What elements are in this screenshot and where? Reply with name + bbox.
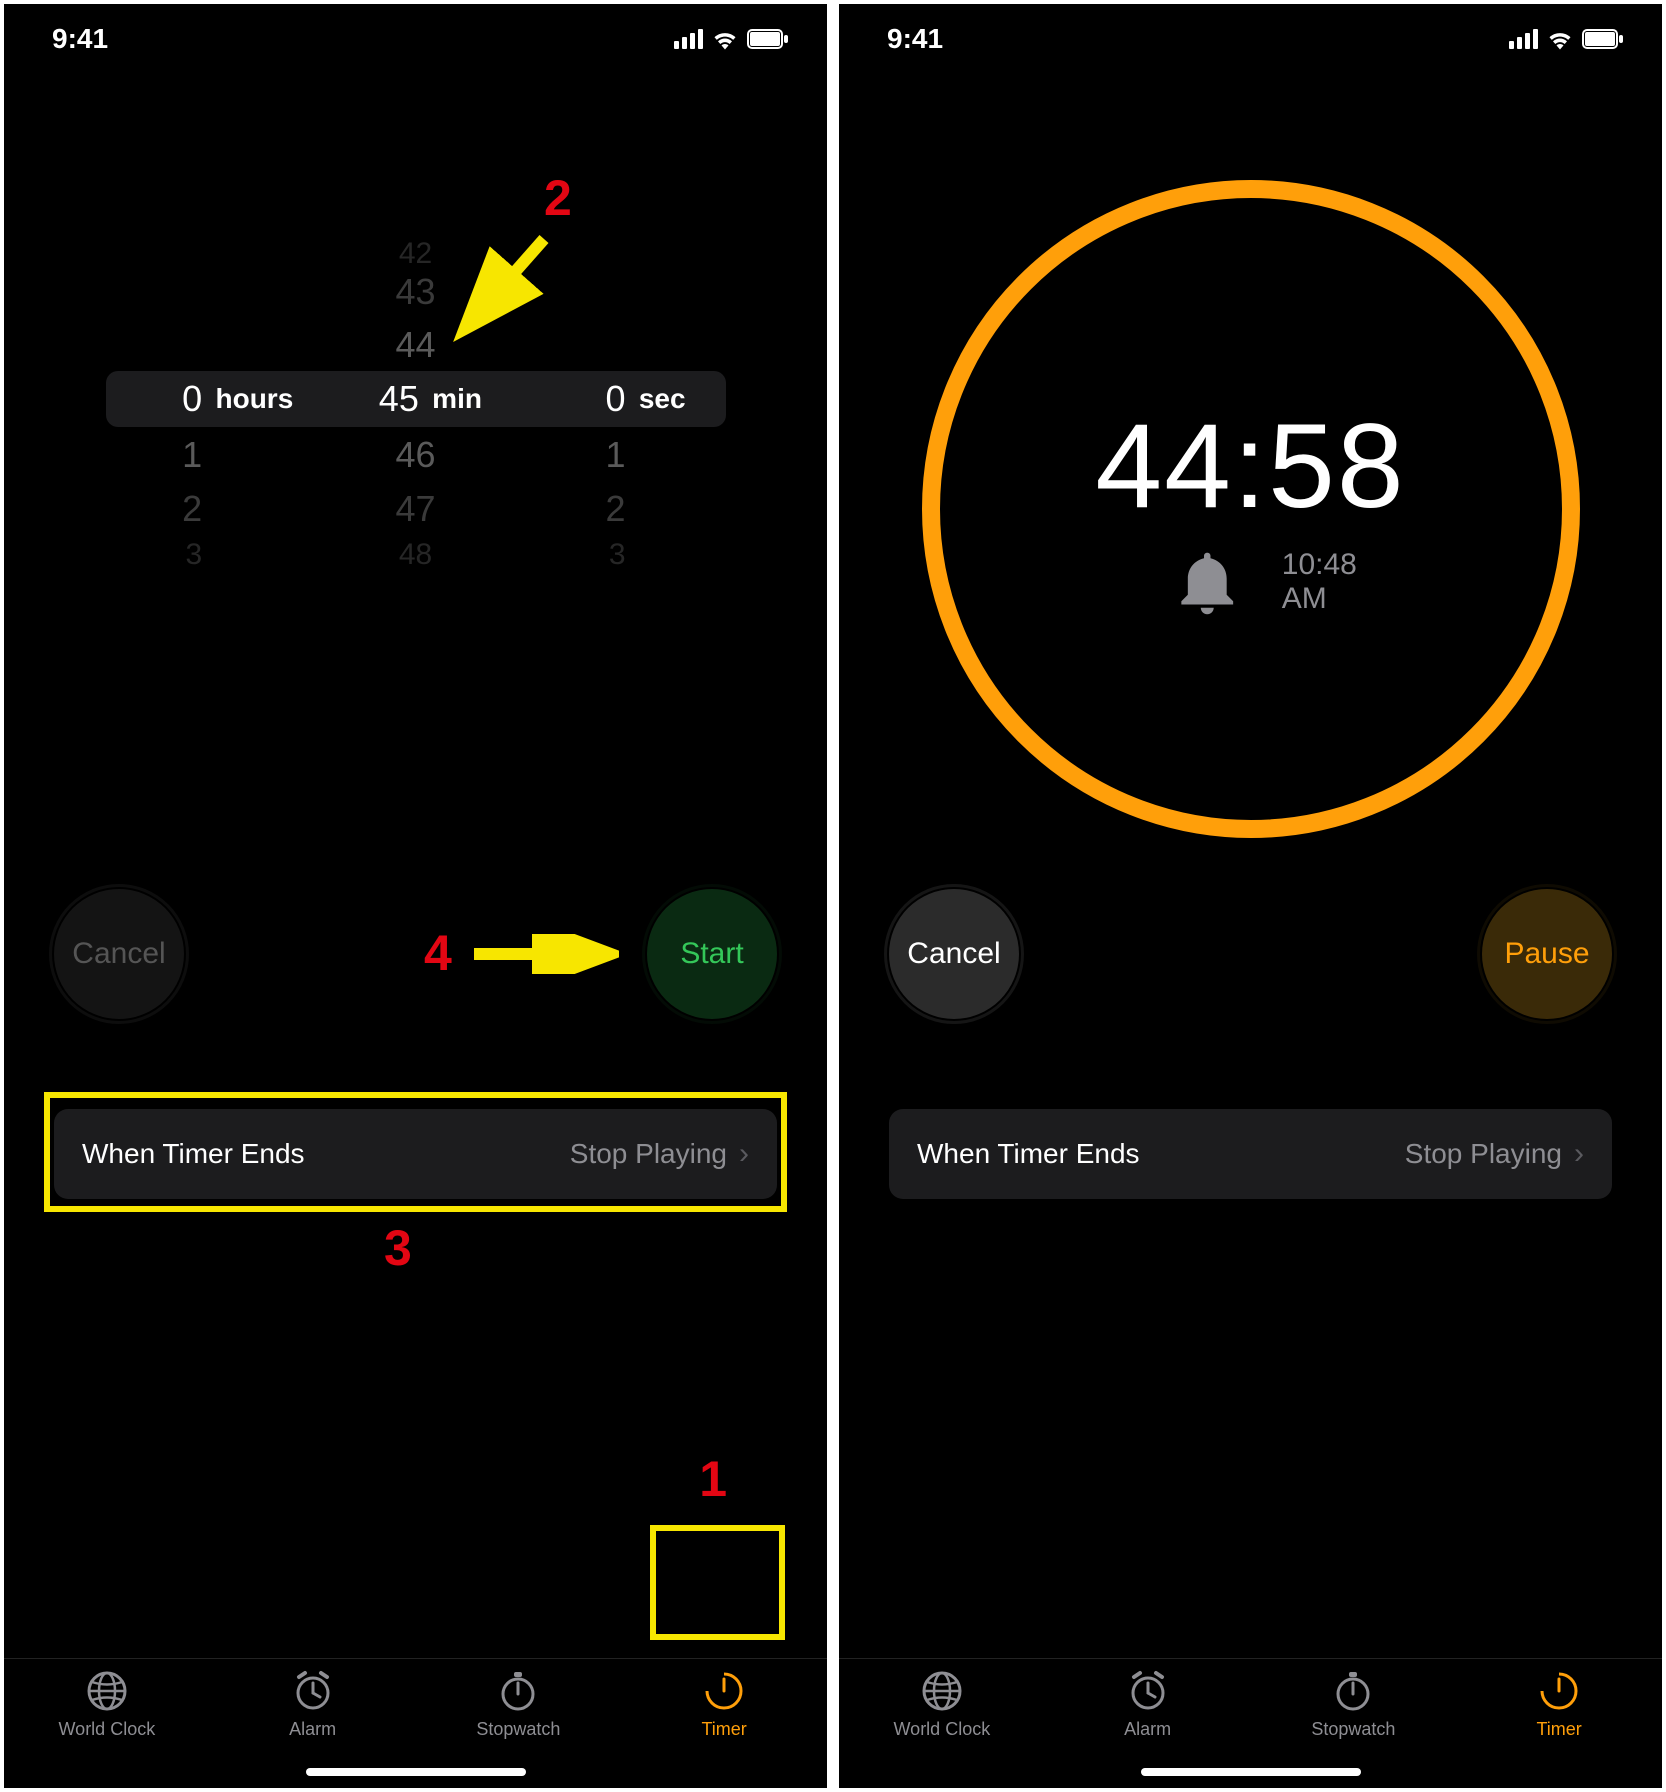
- picker-seconds-label: sec: [639, 383, 686, 415]
- globe-icon: [85, 1669, 129, 1713]
- battery-icon: [1582, 29, 1624, 49]
- status-icons: [674, 28, 789, 50]
- tab-world-clock[interactable]: World Clock: [4, 1669, 210, 1788]
- start-button[interactable]: Start: [647, 889, 777, 1019]
- time-picker[interactable]: 0 hours 1 2 3 42 43 44 45 min 46 47 48: [106, 234, 726, 564]
- cellular-icon: [674, 29, 703, 49]
- screenshot-right: 9:41 44:58 10:48 AM Cancel Pause When Ti…: [839, 4, 1662, 1788]
- annotation-box-3: [44, 1092, 787, 1212]
- timer-icon: [702, 1669, 746, 1713]
- cancel-button[interactable]: Cancel: [889, 889, 1019, 1019]
- annotation-2: 2: [544, 169, 572, 227]
- annotation-4: 4: [424, 924, 452, 982]
- battery-icon: [747, 29, 789, 49]
- cellular-icon: [1509, 29, 1538, 49]
- status-bar: 9:41: [839, 4, 1662, 74]
- home-indicator[interactable]: [1141, 1768, 1361, 1776]
- wifi-icon: [711, 28, 739, 50]
- alarm-icon: [1126, 1669, 1170, 1713]
- screenshot-left: 9:41 0 hours 1 2 3 42 4: [4, 4, 827, 1788]
- wifi-icon: [1546, 28, 1574, 50]
- ends-label: When Timer Ends: [917, 1138, 1140, 1170]
- annotation-arrow-4: [469, 934, 619, 974]
- stopwatch-icon: [1331, 1669, 1375, 1713]
- home-indicator[interactable]: [306, 1768, 526, 1776]
- status-time: 9:41: [887, 23, 943, 55]
- status-time: 9:41: [52, 23, 108, 55]
- ends-value: Stop Playing: [1405, 1138, 1562, 1170]
- picker-hours[interactable]: 0 hours 1 2 3: [106, 234, 313, 564]
- chevron-right-icon: ›: [1574, 1137, 1584, 1171]
- alarm-icon: [291, 1669, 335, 1713]
- status-icons: [1509, 28, 1624, 50]
- tab-timer[interactable]: Timer: [1456, 1669, 1662, 1788]
- bell-icon: [1143, 543, 1272, 621]
- globe-icon: [920, 1669, 964, 1713]
- when-timer-ends-row[interactable]: When Timer Ends Stop Playing ›: [889, 1109, 1612, 1199]
- annotation-3: 3: [384, 1219, 412, 1277]
- timer-icon: [1537, 1669, 1581, 1713]
- countdown-ring: 44:58 10:48 AM: [911, 169, 1591, 849]
- stopwatch-icon: [496, 1669, 540, 1713]
- cancel-button: Cancel: [54, 889, 184, 1019]
- tab-timer[interactable]: Timer: [621, 1669, 827, 1788]
- end-time: 10:48 AM: [1143, 543, 1357, 621]
- countdown-time: 44:58: [1095, 397, 1405, 535]
- annotation-arrow-2: [444, 229, 564, 349]
- annotation-box-1: [650, 1525, 785, 1640]
- picker-seconds-selected: 0: [519, 371, 726, 427]
- picker-hours-label: hours: [216, 383, 294, 415]
- status-bar: 9:41: [4, 4, 827, 74]
- annotation-1: 1: [699, 1450, 727, 1508]
- tab-world-clock[interactable]: World Clock: [839, 1669, 1045, 1788]
- picker-minutes-selected: 45: [312, 371, 519, 427]
- picker-minutes-label: min: [432, 383, 482, 415]
- pause-button[interactable]: Pause: [1482, 889, 1612, 1019]
